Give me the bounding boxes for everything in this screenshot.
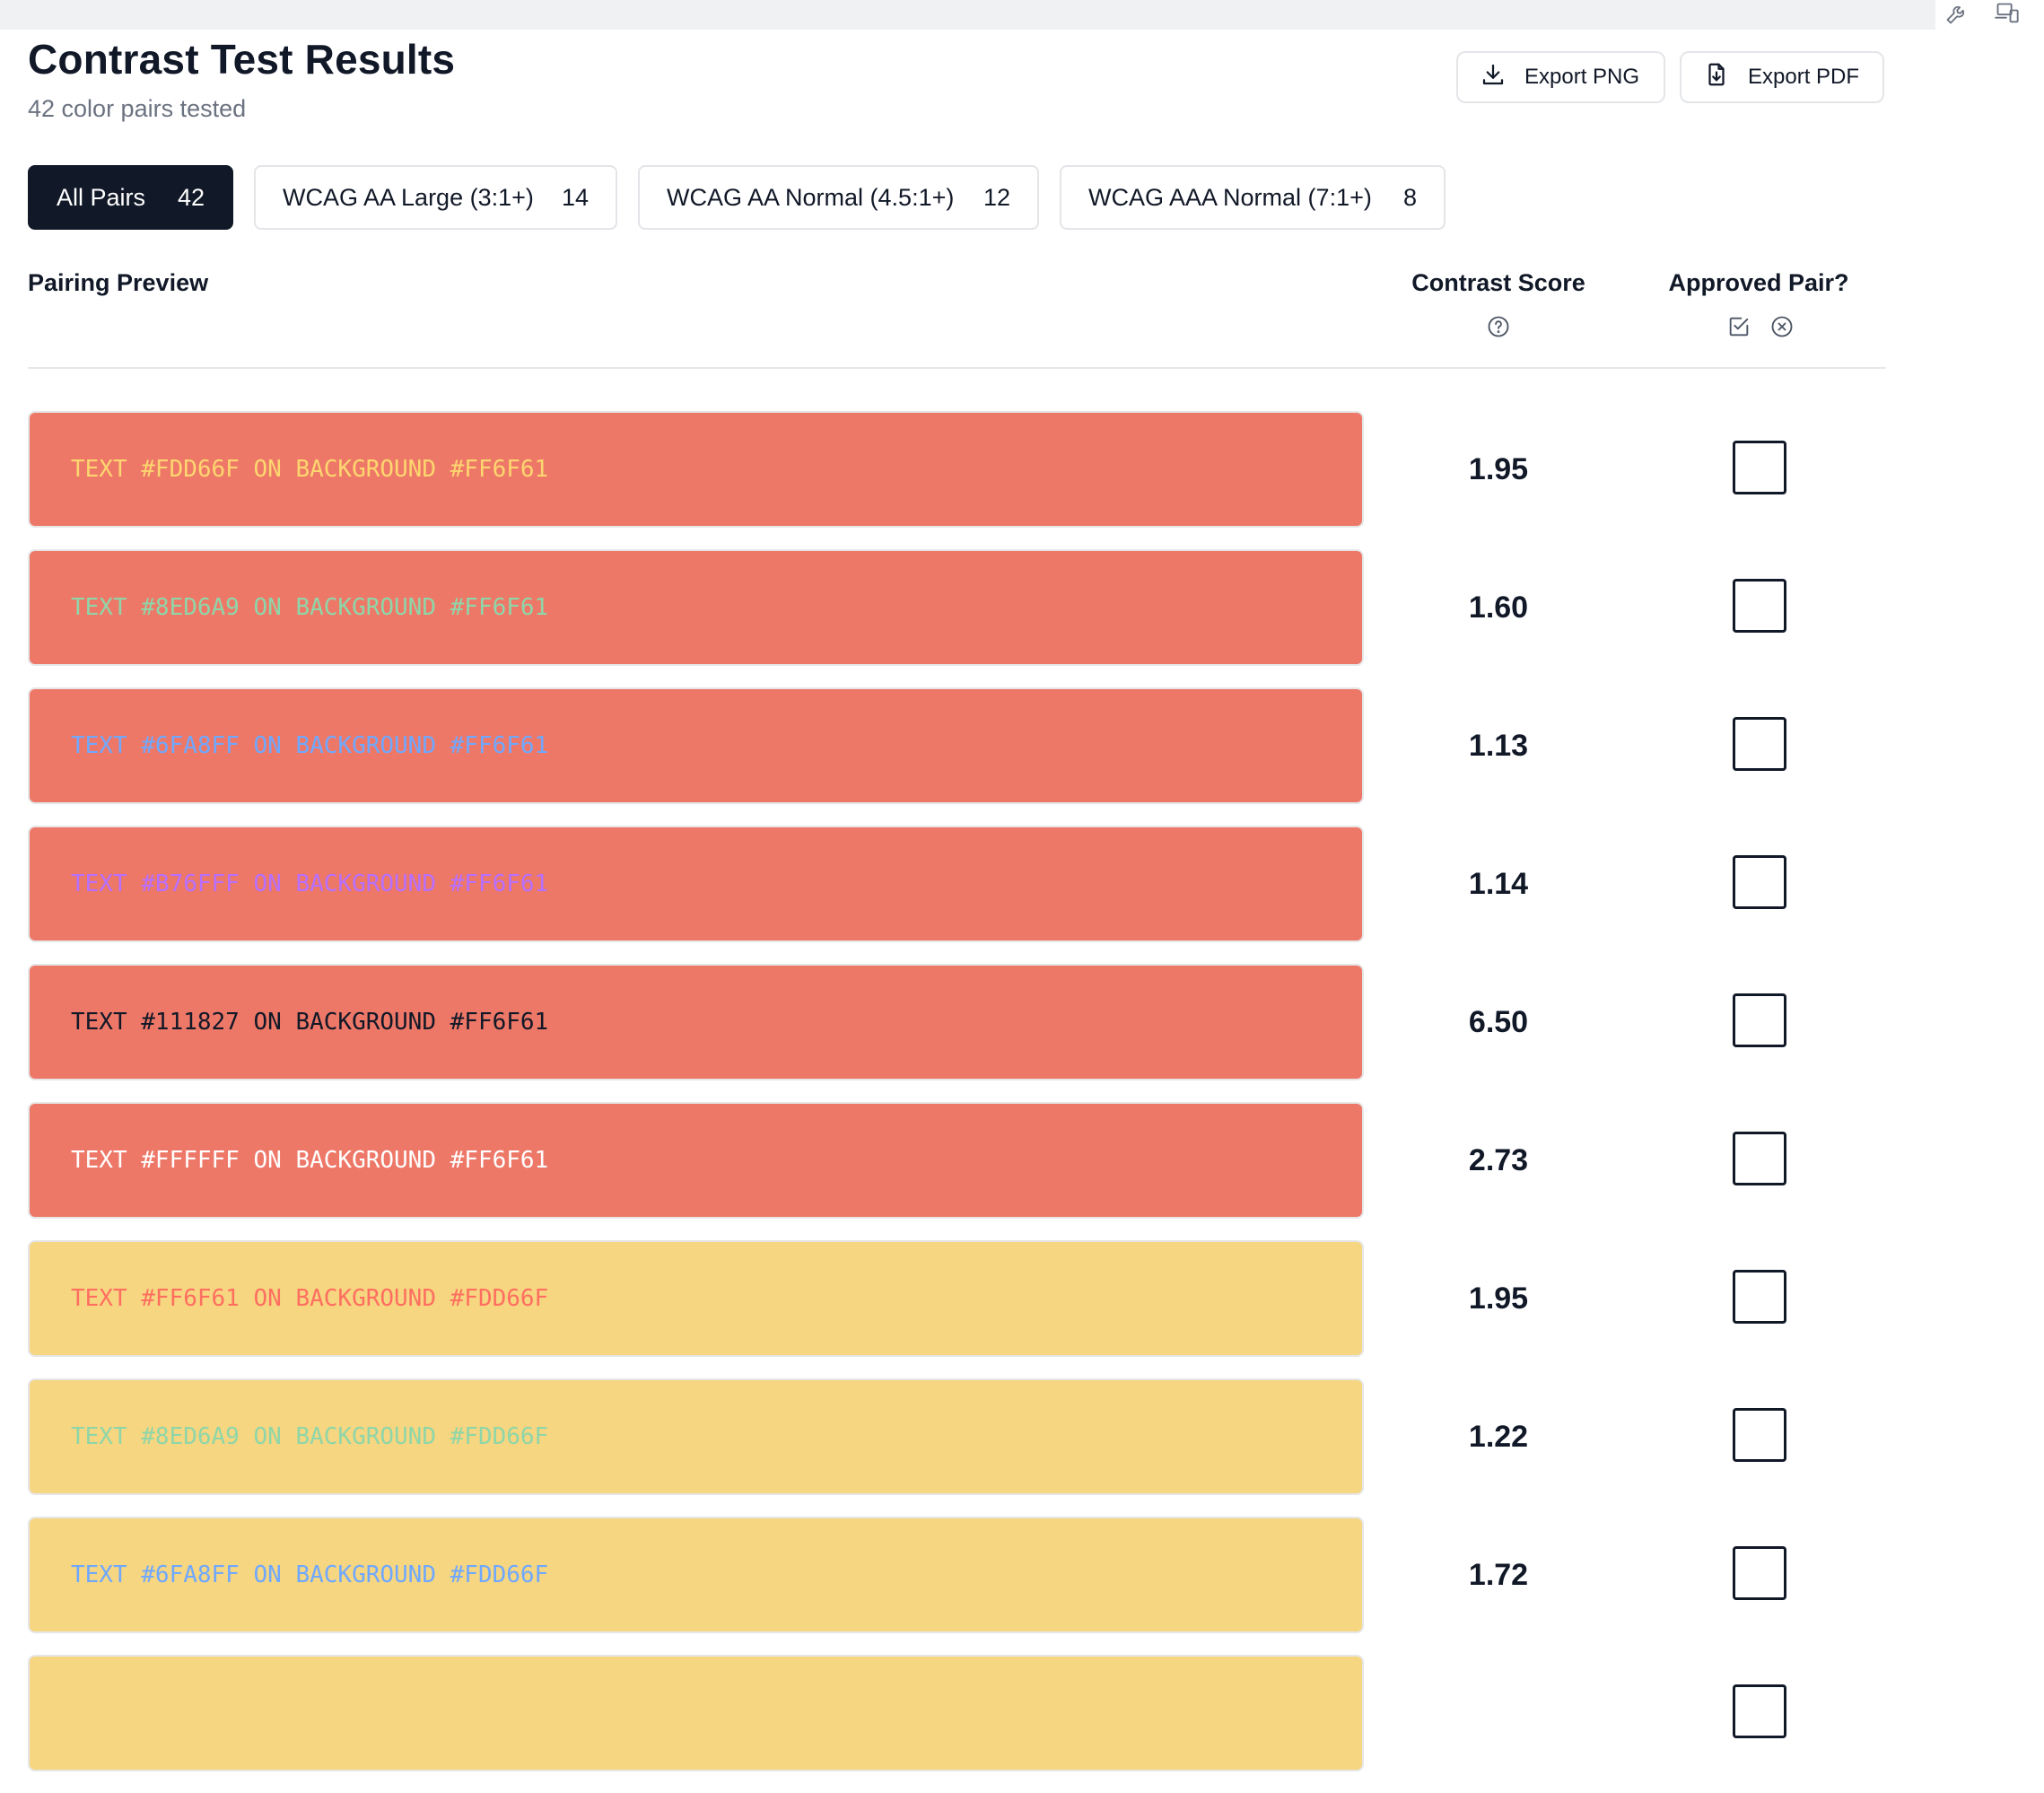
filter-tabs: All Pairs 42 WCAG AA Large (3:1+) 14 WCA…: [28, 165, 1446, 230]
approve-checkbox[interactable]: [1733, 1684, 1786, 1738]
pair-preview: TEXT #8ED6A9 ON BACKGROUND #FF6F61: [28, 549, 1364, 666]
filter-wcag-aa-large[interactable]: WCAG AA Large (3:1+) 14: [254, 165, 617, 230]
dev-tools: [1943, 0, 2022, 27]
approve-checkbox[interactable]: [1733, 717, 1786, 771]
approve-checkbox[interactable]: [1733, 993, 1786, 1047]
filter-count: 12: [983, 183, 1010, 211]
filter-count: 42: [177, 183, 205, 211]
pair-preview: TEXT #6FA8FF ON BACKGROUND #FF6F61: [28, 687, 1364, 804]
browser-toolbar: [0, 0, 1935, 30]
page-title: Contrast Test Results: [28, 36, 456, 83]
filter-wcag-aa-normal[interactable]: WCAG AA Normal (4.5:1+) 12: [638, 165, 1039, 230]
filter-wcag-aaa-normal[interactable]: WCAG AAA Normal (7:1+) 8: [1060, 165, 1446, 230]
contrast-score: 1.95: [1468, 451, 1529, 486]
pair-label: TEXT #8ED6A9 ON BACKGROUND #FF6F61: [71, 594, 549, 621]
pair-preview: TEXT #6FA8FF ON BACKGROUND #FDD66F: [28, 1517, 1364, 1633]
contrast-score: [1395, 1655, 1602, 1771]
download-icon: [1480, 61, 1507, 94]
export-pdf-label: Export PDF: [1748, 65, 1860, 89]
contrast-score: 2.73: [1468, 1142, 1529, 1177]
approve-checkbox[interactable]: [1733, 855, 1786, 909]
pair-preview: TEXT #B76FFF ON BACKGROUND #FF6F61: [28, 826, 1364, 942]
pair-preview: TEXT #111827 ON BACKGROUND #FF6F61: [28, 964, 1364, 1080]
export-png-label: Export PNG: [1524, 65, 1640, 89]
pair-preview: TEXT #FDD66F ON BACKGROUND #FF6F61: [28, 411, 1364, 528]
column-header-score: Contrast Score: [1411, 269, 1585, 296]
devices-icon[interactable]: [1993, 1, 2022, 26]
page-subtitle: 42 color pairs tested: [28, 95, 247, 122]
export-actions: Export PNG Export PDF: [1456, 51, 1884, 103]
pair-preview: TEXT #8ED6A9 ON BACKGROUND #FDD66F: [28, 1378, 1364, 1495]
filter-label: WCAG AAA Normal (7:1+): [1088, 183, 1372, 211]
wrench-icon[interactable]: [1943, 1, 1971, 26]
pair-label: TEXT #B76FFF ON BACKGROUND #FF6F61: [71, 870, 549, 897]
pair-label: TEXT #6FA8FF ON BACKGROUND #FF6F61: [71, 732, 549, 759]
pair-preview: TEXT #FFFFFF ON BACKGROUND #FF6F61: [28, 1102, 1364, 1219]
export-png-button[interactable]: Export PNG: [1456, 51, 1665, 103]
filter-count: 8: [1402, 183, 1417, 211]
checkbox-check-icon[interactable]: [1726, 314, 1751, 344]
approve-checkbox[interactable]: [1733, 579, 1786, 633]
contrast-score: 1.22: [1468, 1419, 1529, 1454]
score-header-icons: [1486, 314, 1511, 344]
approved-header-icons: [1726, 314, 1795, 344]
filter-label: All Pairs: [57, 183, 146, 211]
column-header-approved: Approved Pair?: [1668, 269, 1849, 296]
page-header: Contrast Test Results 42 color pairs tes…: [28, 34, 455, 123]
pair-label: TEXT #6FA8FF ON BACKGROUND #FDD66F: [71, 1561, 549, 1588]
contrast-score: 1.14: [1468, 866, 1529, 901]
pair-preview: TEXT #FF6F61 ON BACKGROUND #FDD66F: [28, 1240, 1364, 1357]
file-download-icon: [1703, 61, 1730, 94]
pair-preview: [28, 1655, 1364, 1771]
approve-checkbox[interactable]: [1733, 1546, 1786, 1600]
approve-checkbox[interactable]: [1733, 1132, 1786, 1185]
approve-checkbox[interactable]: [1733, 1408, 1786, 1462]
approve-checkbox[interactable]: [1733, 441, 1786, 494]
contrast-score: 1.95: [1468, 1281, 1529, 1316]
column-header-preview: Pairing Preview: [28, 269, 209, 296]
export-pdf-button[interactable]: Export PDF: [1680, 51, 1884, 103]
close-circle-icon[interactable]: [1769, 314, 1795, 344]
contrast-score: 6.50: [1468, 1004, 1529, 1039]
pair-label: TEXT #111827 ON BACKGROUND #FF6F61: [71, 1009, 549, 1036]
filter-count: 14: [561, 183, 589, 211]
pair-label: TEXT #8ED6A9 ON BACKGROUND #FDD66F: [71, 1423, 549, 1450]
approve-checkbox[interactable]: [1733, 1270, 1786, 1324]
contrast-score: 1.13: [1468, 728, 1529, 763]
pair-label: TEXT #FF6F61 ON BACKGROUND #FDD66F: [71, 1285, 549, 1312]
contrast-score: 1.60: [1468, 590, 1529, 625]
pair-label: TEXT #FDD66F ON BACKGROUND #FF6F61: [71, 456, 549, 483]
filter-all-pairs[interactable]: All Pairs 42: [28, 165, 233, 230]
contrast-score: 1.72: [1468, 1557, 1529, 1592]
header-divider: [28, 367, 1886, 369]
filter-label: WCAG AA Normal (4.5:1+): [667, 183, 955, 211]
pair-label: TEXT #FFFFFF ON BACKGROUND #FF6F61: [71, 1147, 549, 1174]
help-circle-icon[interactable]: [1486, 314, 1511, 344]
filter-label: WCAG AA Large (3:1+): [283, 183, 534, 211]
